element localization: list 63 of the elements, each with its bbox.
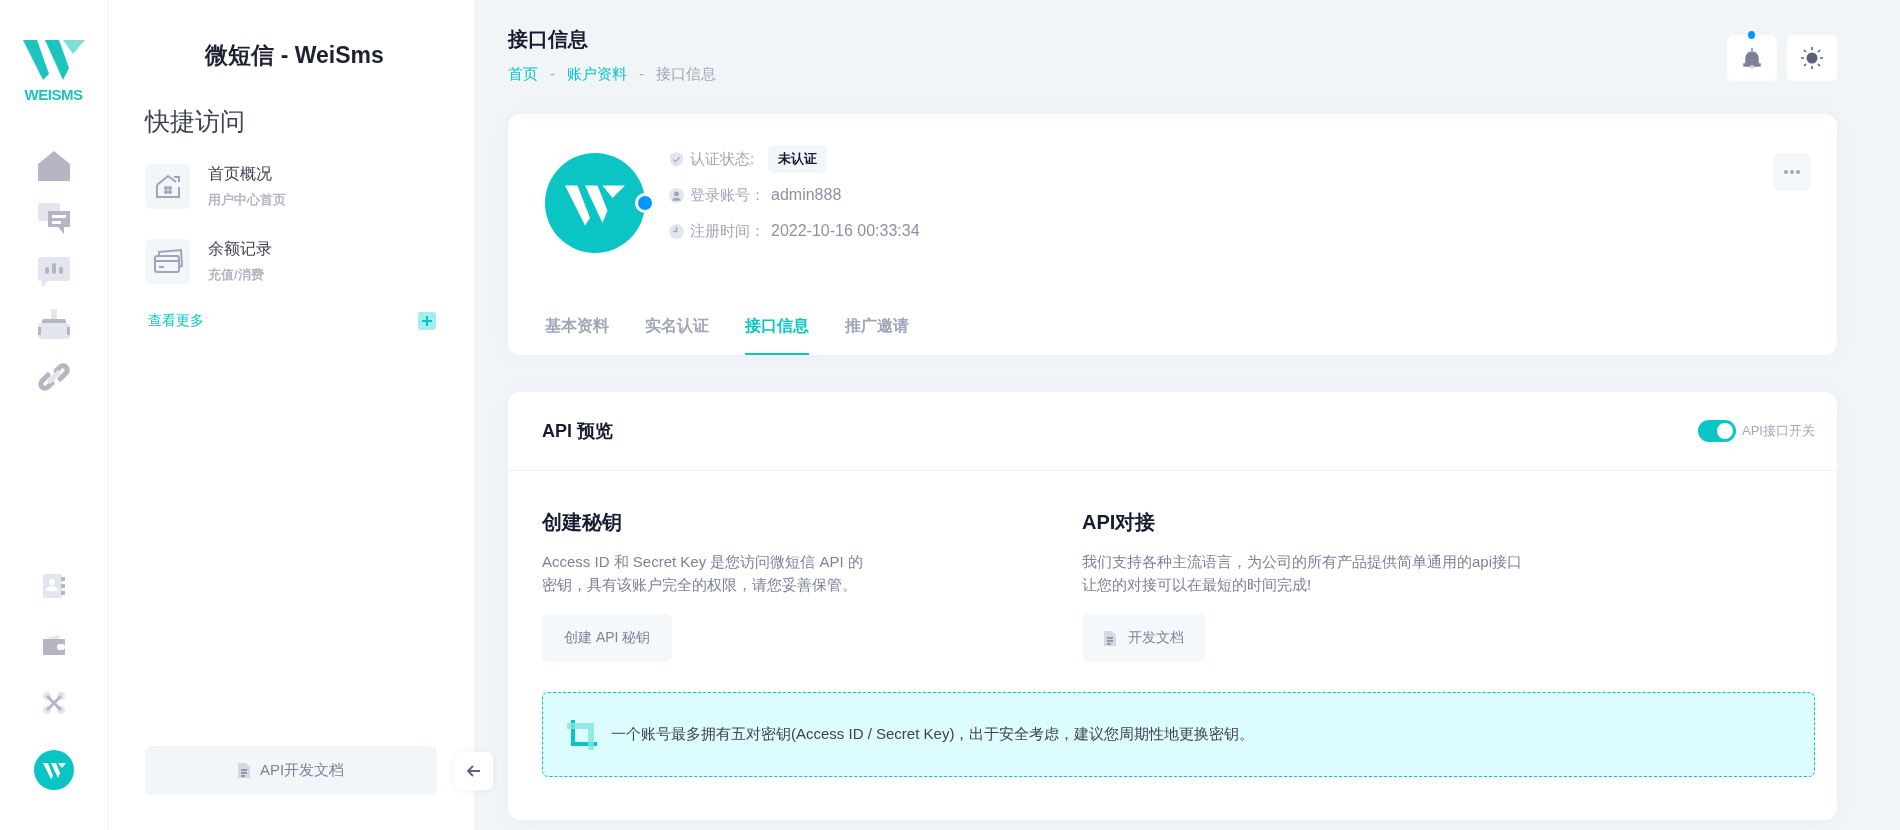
printer-icon[interactable] (37, 309, 70, 339)
home-icon[interactable] (37, 151, 70, 181)
section-description: 我们支持各种主流语言，为公司的所有产品提供简单通用的api接口 让您的对接可以在最短的时间完成! (1082, 552, 1524, 595)
notice-text: 一个账号最多拥有五对密钥(Access ID / Secret Key)，出于安全考虑，建议您周期性地更换密钥。 (611, 725, 1255, 744)
section-description: Access ID 和 Secret Key 是您访问微短信 API 的 密钥，具有该账户完全的权限，请您妥善保管。 (542, 552, 864, 595)
breadcrumb-link[interactable]: 首页 (508, 65, 538, 84)
bell-icon (1743, 47, 1761, 69)
logo-text: WEISMS (24, 86, 83, 103)
create-key-button[interactable]: 创建 API 秘钥 (542, 614, 673, 662)
view-more-link[interactable]: 查看更多 (148, 312, 204, 330)
plus-icon[interactable] (418, 312, 436, 330)
chat-icon[interactable] (37, 203, 70, 235)
quick-link-subtitle: 用户中心首页 (208, 191, 286, 209)
section-title: API对接 (1082, 510, 1157, 535)
quick-link[interactable]: 余额记录 (208, 239, 272, 260)
toggle-label: API接口开关 (1742, 422, 1815, 440)
breadcrumb-text: - (639, 65, 644, 84)
status-badge: 未认证 (768, 145, 828, 173)
card-title: API 预览 (542, 420, 613, 443)
link-icon[interactable] (37, 361, 70, 393)
profile-tab[interactable]: 基本资料 (545, 304, 609, 355)
panel-title: 快捷访问 (145, 106, 246, 137)
breadcrumb-text: 接口信息 (656, 65, 716, 84)
quick-link-subtitle: 充值/消费 (208, 266, 265, 284)
more-icon (1784, 170, 1800, 174)
docs-button[interactable]: 开发文档 (1082, 614, 1206, 662)
more-options-button[interactable] (1773, 153, 1811, 191)
profile-tab[interactable]: 推广邀请 (845, 304, 909, 355)
section-title: 创建秘钥 (542, 510, 623, 535)
shield-icon (669, 151, 684, 167)
drone-icon[interactable] (42, 692, 65, 714)
api-toggle-switch[interactable] (1698, 420, 1737, 442)
crop-icon (567, 719, 597, 750)
notification-button[interactable] (1727, 35, 1777, 81)
wallet-icon[interactable] (42, 634, 65, 656)
user-avatar-icon[interactable] (33, 750, 74, 790)
profile-tab[interactable]: 实名认证 (645, 304, 709, 355)
user-icon (669, 187, 684, 203)
profile-tab[interactable]: 接口信息 (745, 304, 809, 355)
contacts-icon[interactable] (42, 574, 65, 598)
logo-icon (22, 40, 85, 80)
document-icon (1104, 630, 1116, 646)
brand-title: 微短信 - WeiSms (203, 41, 385, 70)
field-label: 注册时间： (690, 221, 765, 241)
breadcrumb-text: - (550, 65, 555, 84)
field-value: 2022-10-16 00:33:34 (771, 222, 920, 240)
back-arrow-icon (467, 765, 481, 777)
sun-icon (1801, 47, 1823, 69)
document-icon (237, 763, 250, 778)
breadcrumb-link[interactable]: 账户资料 (567, 65, 627, 84)
api-docs-button[interactable]: API开发文档 (145, 746, 437, 795)
theme-toggle-button[interactable] (1787, 35, 1837, 81)
home-icon[interactable] (145, 164, 190, 209)
collapse-button[interactable] (455, 752, 493, 790)
avatar-logo-icon (545, 153, 645, 253)
field-value: admin888 (771, 186, 842, 204)
chart-message-icon[interactable] (37, 257, 70, 287)
quick-link[interactable]: 首页概况 (208, 164, 286, 185)
clock-icon (669, 223, 684, 239)
field-label: 认证状态: (690, 149, 755, 169)
credit-card-icon[interactable] (145, 239, 190, 284)
page-title: 接口信息 (508, 27, 589, 52)
field-label: 登录账号： (690, 185, 765, 205)
